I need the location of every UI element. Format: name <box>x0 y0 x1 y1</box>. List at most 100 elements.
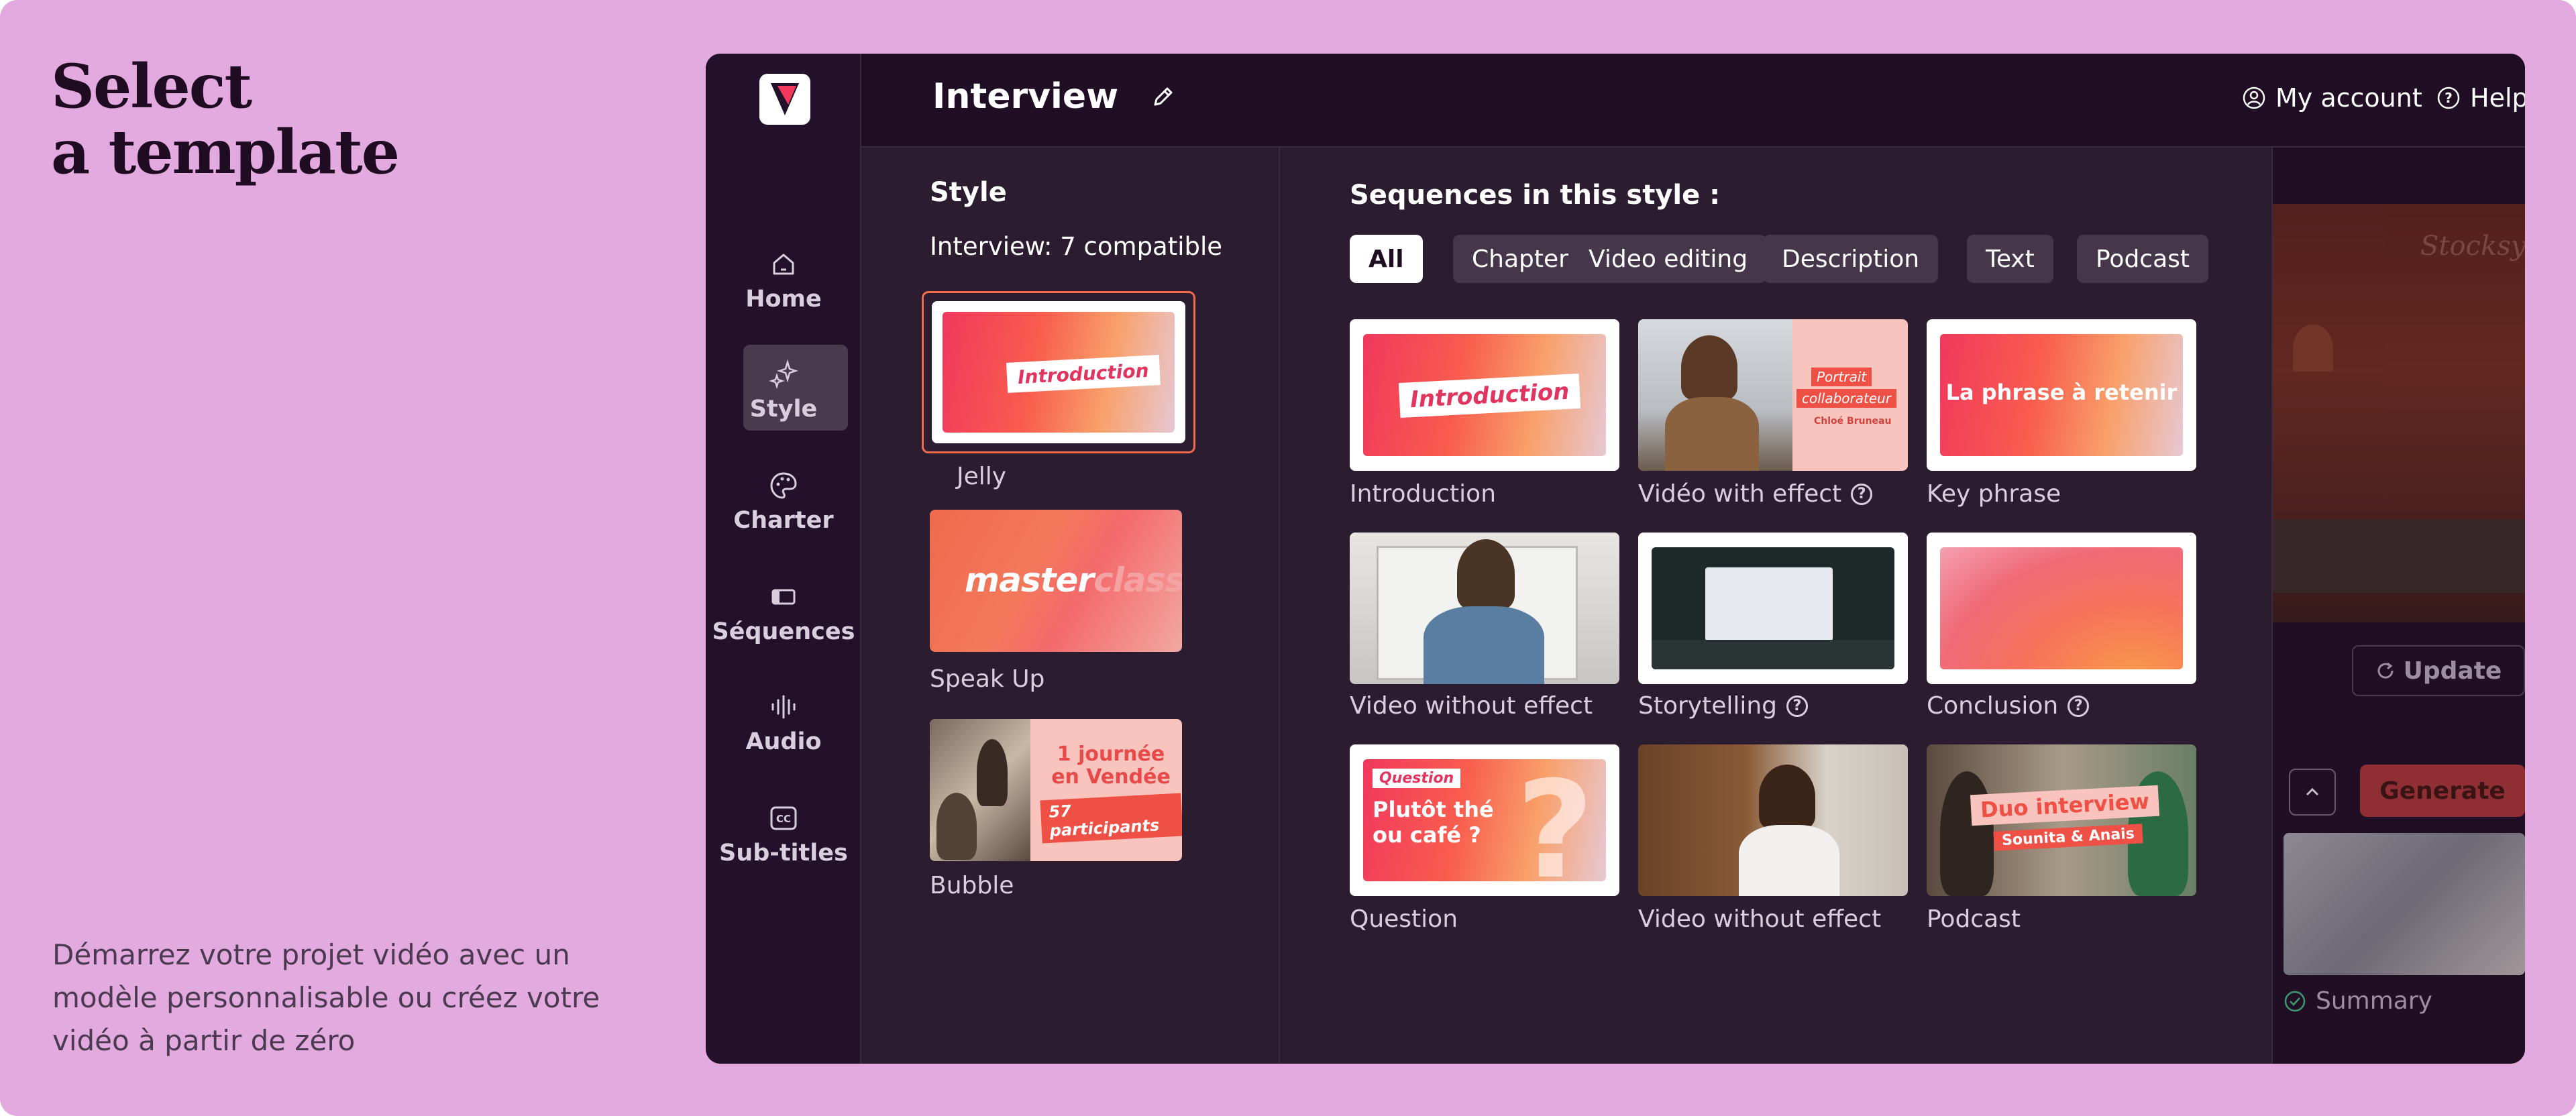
update-label: Update <box>2403 657 2502 685</box>
conclusion-preview <box>1940 547 2183 669</box>
bubble-photo <box>930 719 1030 861</box>
sidebar-item-label: Home <box>745 286 822 313</box>
watermark-text: Stocksy <box>2420 231 2525 262</box>
sequence-label: Podcast <box>1927 905 2021 933</box>
sidebar-item-subtitles[interactable]: CC Sub-titles <box>706 802 861 867</box>
sequence-card-introduction[interactable]: Introduction <box>1350 319 1619 471</box>
sidebar: Home Style Charter Séquences Audio CC Su… <box>706 54 861 1064</box>
hero-description: Démarrez votre projet vidéo avec un modè… <box>52 938 600 1057</box>
filter-chapter[interactable]: Chapter <box>1453 235 1587 283</box>
sequence-card-video-without-effect-2[interactable] <box>1638 744 1908 896</box>
sidebar-item-label: Sub-titles <box>719 840 848 867</box>
sidebar-item-sequences[interactable]: Séquences <box>706 581 861 645</box>
key-phrase-overlay-text: La phrase à retenir <box>1945 380 2178 405</box>
video-with-effect-tag2: collaborateur <box>1796 389 1897 408</box>
help-label: Help <box>2470 83 2525 113</box>
sequence-label-text: Introduction <box>1350 480 1497 508</box>
refresh-icon <box>2377 662 2394 679</box>
question-overlay-line1: Plutôt thé <box>1373 797 1494 822</box>
introduction-preview: Introduction <box>1363 334 1606 456</box>
sequence-label-text: Vidéo with effect <box>1638 480 1842 508</box>
sparkles-icon <box>769 359 798 389</box>
sequences-icon <box>771 589 796 605</box>
summary-thumbnail[interactable] <box>2284 833 2525 975</box>
edit-pencil-icon[interactable] <box>1150 83 1177 110</box>
summary-item[interactable]: Summary <box>2284 987 2432 1015</box>
update-button[interactable]: Update <box>2352 645 2525 696</box>
video-with-effect-tag1: Portrait <box>1811 368 1872 386</box>
storytelling-preview <box>1652 547 1894 669</box>
style-card-jelly-selected[interactable]: Introduction <box>922 291 1195 453</box>
sequence-card-podcast[interactable]: Duo interview Sounita & Anais <box>1927 744 2196 896</box>
preview-panel: Stocksy Update Generate Summary <box>2273 148 2525 1064</box>
help-circle-icon[interactable]: ? <box>1786 695 1809 717</box>
sidebar-item-label: Style <box>749 396 818 423</box>
sequence-label: Storytelling? <box>1638 692 1809 720</box>
sequence-label-text: Podcast <box>1927 905 2021 933</box>
waveform-icon <box>771 695 796 719</box>
sidebar-item-audio[interactable]: Audio <box>706 691 861 755</box>
my-account-label: My account <box>2275 83 2422 113</box>
video-with-effect-name: Chloé Bruneau <box>1814 416 1892 427</box>
podcast-overlay-tag: Sounita & Anais <box>1993 824 2143 851</box>
sequence-card-video-without-effect[interactable] <box>1350 533 1619 684</box>
hero-title-line2: a template <box>51 117 400 188</box>
sequence-label: Introduction <box>1350 480 1496 508</box>
app-window: Home Style Charter Séquences Audio CC Su… <box>706 54 2525 1064</box>
svg-text:CC: CC <box>776 813 791 825</box>
collapse-button[interactable] <box>2289 769 2336 816</box>
filter-description[interactable]: Description <box>1763 235 1939 283</box>
sidebar-item-charter[interactable]: Charter <box>706 469 861 534</box>
sidebar-item-home[interactable]: Home <box>706 248 861 313</box>
hero-title-line1: Select <box>51 51 252 122</box>
sequence-label: Vidéo with effect? <box>1638 480 1873 508</box>
question-overlay-line2: ou café ? <box>1373 822 1481 848</box>
sequence-label: Question <box>1350 905 1458 933</box>
sequence-card-question[interactable]: Question Plutôt thé ou café ? ? <box>1350 744 1619 896</box>
app-logo[interactable] <box>759 74 810 125</box>
key-phrase-preview: La phrase à retenir <box>1940 334 2183 456</box>
my-account-link[interactable]: My account <box>2242 83 2422 113</box>
style-card-bubble[interactable]: 1 journée en Vendée 57 participants <box>930 719 1182 861</box>
generate-button[interactable]: Generate <box>2360 765 2525 817</box>
sequences-panel: Sequences in this style : All Chapter Vi… <box>1280 148 2273 1064</box>
sequences-title: Sequences in this style : <box>1350 180 1721 211</box>
speak-up-overlay-light: class <box>1093 561 1182 600</box>
sidebar-item-style[interactable]: Style <box>706 345 861 431</box>
topbar: Interview My account ? Help <box>861 54 2525 148</box>
stage-screen <box>1705 567 1833 641</box>
sequence-card-conclusion[interactable] <box>1927 533 2196 684</box>
help-circle-icon[interactable]: ? <box>2068 695 2090 717</box>
check-circle-icon <box>2284 991 2306 1011</box>
help-link[interactable]: ? Help <box>2436 83 2525 113</box>
logo-icon <box>771 83 799 115</box>
question-mark-decoration: ? <box>1516 759 1595 881</box>
sequence-card-video-with-effect[interactable]: Portrait collaborateur Chloé Bruneau <box>1638 319 1908 471</box>
jelly-overlay-text: Introduction <box>1006 355 1161 393</box>
help-circle-icon[interactable]: ? <box>1851 483 1873 505</box>
speak-up-overlay-bold: master <box>965 561 1094 600</box>
sequence-label-text: Video without effect <box>1350 692 1593 720</box>
sequence-label: Conclusion? <box>1927 692 2090 720</box>
filter-podcast[interactable]: Podcast <box>2077 235 2209 283</box>
sequence-label: Video without effect <box>1638 905 1881 933</box>
sequence-label-text: Key phrase <box>1927 480 2061 508</box>
filter-all[interactable]: All <box>1350 235 1423 283</box>
style-card-speak-up[interactable]: masterclass <box>930 510 1182 652</box>
sidebar-item-label: Charter <box>733 507 834 534</box>
bubble-overlay-line2: en Vendée <box>1051 765 1171 789</box>
summary-label: Summary <box>2316 987 2432 1015</box>
user-icon <box>2243 87 2265 109</box>
sequence-label: Key phrase <box>1927 480 2061 508</box>
preview-video: Stocksy <box>2273 204 2525 622</box>
style-label-bubble: Bubble <box>930 872 1014 899</box>
home-icon <box>773 254 794 275</box>
sequence-label: Video without effect <box>1350 692 1593 720</box>
filter-video-editing[interactable]: Video editing <box>1570 235 1767 283</box>
bubble-overlay-line1: 1 journée <box>1057 742 1165 766</box>
sequence-label-text: Video without effect <box>1638 905 1882 933</box>
sidebar-item-label: Séquences <box>712 618 855 645</box>
filter-text[interactable]: Text <box>1967 235 2053 283</box>
sequence-card-key-phrase[interactable]: La phrase à retenir <box>1927 319 2196 471</box>
sequence-card-storytelling[interactable] <box>1638 533 1908 684</box>
